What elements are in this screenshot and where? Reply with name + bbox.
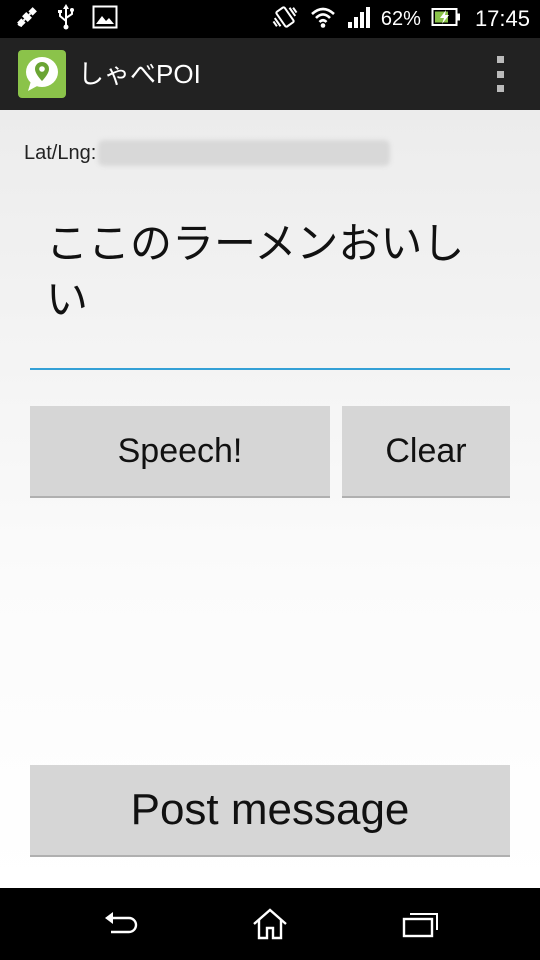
battery-charging-icon [431,7,461,31]
battery-percent: 62% [380,7,421,30]
back-icon [105,912,138,934]
recent-apps-icon [402,913,438,938]
satellite-icon [14,4,40,34]
message-input[interactable]: ここのラーメンおいしい [30,210,510,370]
status-bar: 62% 17:45 [0,0,540,38]
main-content: Lat/Lng: ここのラーメンおいしい Speech! Clear Post … [0,110,540,888]
latlng-value-redacted [98,140,391,166]
navigation-bar [0,888,540,960]
home-button[interactable] [245,904,295,944]
latlng-label: Lat/Lng: [24,141,97,164]
vibrate-icon [271,4,299,34]
latlng-row: Lat/Lng: [24,140,391,166]
overflow-menu-icon[interactable] [490,56,510,92]
home-icon [253,908,287,940]
action-bar: しゃべPOI [0,38,540,112]
post-message-button[interactable]: Post message [30,765,510,857]
speech-button[interactable]: Speech! [30,406,330,498]
usb-icon [56,4,76,34]
signal-icon [347,5,371,33]
recent-apps-button[interactable] [395,904,445,944]
status-clock: 17:45 [474,6,530,31]
back-button[interactable] [96,904,146,944]
location-pin-icon [26,57,58,91]
system-indicators: 62% 17:45 [271,5,530,33]
app-icon[interactable] [18,50,66,98]
image-icon [92,5,118,33]
menu-dot [496,56,504,63]
menu-dot [496,70,504,78]
clear-button[interactable]: Clear [342,406,510,498]
notification-icons [14,4,118,34]
app-title: しゃべPOI [78,59,201,89]
menu-dot [496,85,504,92]
wifi-icon [309,5,337,33]
